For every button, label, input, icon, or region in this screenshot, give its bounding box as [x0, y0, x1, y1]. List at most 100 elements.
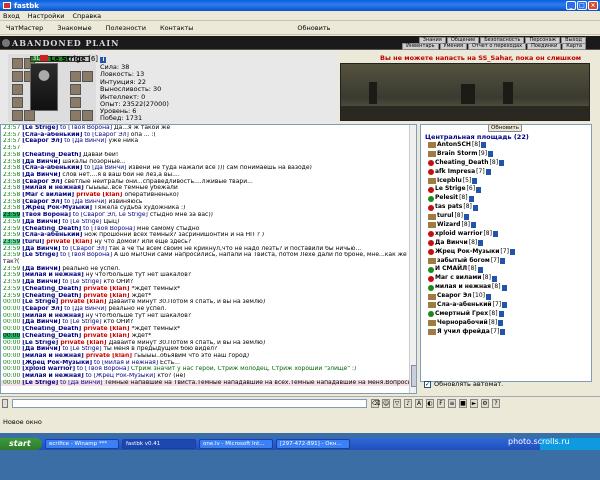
autorefresh-option[interactable]: ✓ Обновлять автомат. — [424, 380, 503, 388]
chat-author[interactable]: [Le Strige] — [22, 299, 58, 305]
info-icon[interactable] — [478, 240, 484, 247]
chat-author[interactable]: [Да Винчи] — [22, 159, 60, 165]
chat-author[interactable]: [Сварог Эл] — [22, 199, 62, 205]
player-list-item[interactable]: turul [8] — [428, 212, 588, 221]
player-list-item[interactable]: Cheating_Death [8] — [428, 159, 588, 168]
player-list-item[interactable]: Сварог Эл [10] — [428, 292, 588, 301]
player-list-name[interactable]: Смертный Грех — [435, 310, 488, 319]
nav-inventory[interactable]: Инвентарь — [402, 43, 439, 50]
chat-time[interactable]: 23:58 — [3, 205, 20, 211]
player-list-name[interactable]: Да Винчи — [435, 239, 468, 248]
location-refresh-button[interactable]: Обновить — [488, 124, 522, 132]
chat-time[interactable]: 23:58 — [3, 185, 20, 191]
chat-time[interactable]: 23:58 — [3, 159, 20, 165]
chat-time[interactable]: 00:00 — [3, 373, 20, 379]
chat-time[interactable]: 23:57 — [3, 145, 20, 151]
chat-author[interactable]: [Сла-а-абенький] — [22, 165, 82, 171]
chat-author[interactable]: [Cheating_Death] — [22, 333, 81, 339]
chat-author[interactable]: [Сварог Эл] — [22, 179, 62, 185]
chat-author[interactable]: [Да Винчи] — [22, 172, 60, 178]
player-list-item[interactable]: afk Impresa [7] — [428, 168, 588, 177]
chat-time[interactable]: 23:57 — [3, 138, 20, 144]
equip-slot[interactable] — [70, 97, 81, 108]
chat-time[interactable]: 00:00 — [3, 299, 20, 305]
player-list-name[interactable]: Жрец Рок-Музыки — [435, 248, 499, 257]
info-icon[interactable] — [470, 222, 476, 229]
info-icon[interactable] — [500, 258, 506, 265]
chat-time[interactable]: 23:59 — [3, 266, 20, 272]
info-icon[interactable] — [486, 293, 492, 300]
player-list-name[interactable]: Маг с вилами — [435, 274, 481, 283]
player-list-item[interactable]: Pelesit [8] — [428, 194, 588, 203]
player-list-name[interactable]: Чернорабочий — [437, 319, 488, 328]
chat-time[interactable]: 23:58 — [3, 165, 20, 171]
chat-time[interactable]: 23:59 — [3, 286, 20, 292]
info-icon[interactable] — [501, 284, 507, 291]
toolbar-refresh[interactable]: Обновить — [297, 24, 330, 32]
chat-author[interactable]: [Cheating_Death] — [22, 293, 81, 299]
chat-time[interactable]: 00:00 — [3, 326, 20, 332]
chat-author[interactable]: [милая и нежная] — [22, 313, 84, 319]
equip-slot[interactable] — [12, 97, 23, 108]
player-list-item[interactable]: Brain Storm [9] — [428, 150, 588, 159]
taskbar-item-fastbk[interactable]: fastbk v0.41 — [122, 439, 196, 449]
menu-login[interactable]: Вход — [3, 12, 20, 20]
chat-time[interactable]: 23:58 — [3, 179, 20, 185]
equip-slot[interactable] — [70, 84, 81, 95]
chat-author[interactable]: [Cheating_Death] — [22, 152, 81, 158]
filter-icon[interactable]: ▽ — [393, 399, 401, 408]
chat-time[interactable]: 23:59 — [3, 226, 20, 232]
scroll-thumb[interactable] — [411, 365, 416, 387]
maximize-button[interactable]: □ — [577, 1, 587, 10]
info-icon[interactable] — [491, 275, 497, 282]
player-list-item[interactable]: И СМАЙЛ [8] — [428, 265, 588, 274]
chat-mode-button[interactable] — [2, 399, 8, 408]
chat-author[interactable]: [Да Винчи] — [22, 319, 60, 325]
player-list-name[interactable]: Сварог Эл — [437, 292, 472, 301]
player-list-name[interactable]: Pelesit — [435, 194, 458, 203]
info-icon[interactable] — [485, 169, 491, 176]
player-list-name[interactable]: Wizard — [437, 221, 460, 230]
taskbar-item-ie[interactable]: one.lv - Microsoft Int... — [199, 439, 273, 449]
chat-time[interactable]: 00:00 — [3, 332, 21, 339]
chat-author[interactable]: [Сла-а-абенький] — [22, 132, 82, 138]
equip-slot[interactable] — [12, 84, 23, 95]
player-list-name[interactable]: turul — [437, 212, 453, 221]
nav-transitions[interactable]: Отчет о переходах — [467, 43, 527, 50]
chat-author[interactable]: [Сварог Эл] — [22, 306, 62, 312]
player-list-item[interactable]: Жрец Рок-Музыки [7] — [428, 248, 588, 257]
color-icon[interactable]: ◐ — [426, 399, 434, 408]
stop-icon[interactable]: ■ — [459, 399, 467, 408]
chat-author[interactable]: [Жрец Рок-Музыки] — [22, 360, 92, 366]
chat-author[interactable]: [Le Strige] — [22, 340, 58, 346]
equip-slot[interactable] — [82, 110, 93, 121]
player-list-name[interactable]: милая и нежная — [435, 283, 491, 292]
player-list-item[interactable]: Сла-а-абенький [7] — [428, 301, 588, 310]
player-list-item[interactable]: Смертный Грех [8] — [428, 310, 588, 319]
chat-time[interactable]: 00:00 — [3, 313, 20, 319]
chat-author[interactable]: [Le Strige] — [22, 125, 58, 131]
player-list-name[interactable]: Brain Storm — [437, 150, 478, 159]
player-list-item[interactable]: милая и нежная [8] — [428, 283, 588, 292]
player-list-name[interactable]: Сла-а-абенький — [437, 301, 492, 310]
chat-time[interactable]: 00:00 — [3, 366, 20, 372]
toolbar-contacts[interactable]: Контакты — [160, 24, 193, 32]
chat-time[interactable]: 23:58 — [3, 199, 20, 205]
chat-time[interactable]: 23:58 — [3, 152, 20, 158]
toolbar-chatmaster[interactable]: ЧатМастер — [6, 24, 43, 32]
player-list-name[interactable]: И СМАЙЛ — [435, 265, 467, 274]
equip-slot[interactable] — [12, 58, 23, 69]
player-list-item[interactable]: Icepblu [5] — [428, 177, 588, 186]
player-list-name[interactable]: Le Strige — [435, 185, 466, 194]
info-icon[interactable] — [463, 213, 469, 220]
chat-author[interactable]: [Le Strige] — [22, 380, 58, 386]
chat-time[interactable]: 00:00 — [3, 353, 20, 359]
chat-time[interactable]: 23:57 — [3, 132, 20, 138]
info-icon[interactable] — [468, 195, 474, 202]
chat-time[interactable]: 23:59 — [3, 219, 20, 225]
chat-time[interactable]: 23:59 — [3, 272, 20, 278]
chat-author[interactable]: [Да Винчи] — [22, 246, 60, 252]
chat-scrollbar[interactable] — [409, 125, 416, 393]
player-list-name[interactable]: tas pats — [435, 203, 462, 212]
chat-author[interactable]: [Le Strige] — [22, 252, 58, 258]
